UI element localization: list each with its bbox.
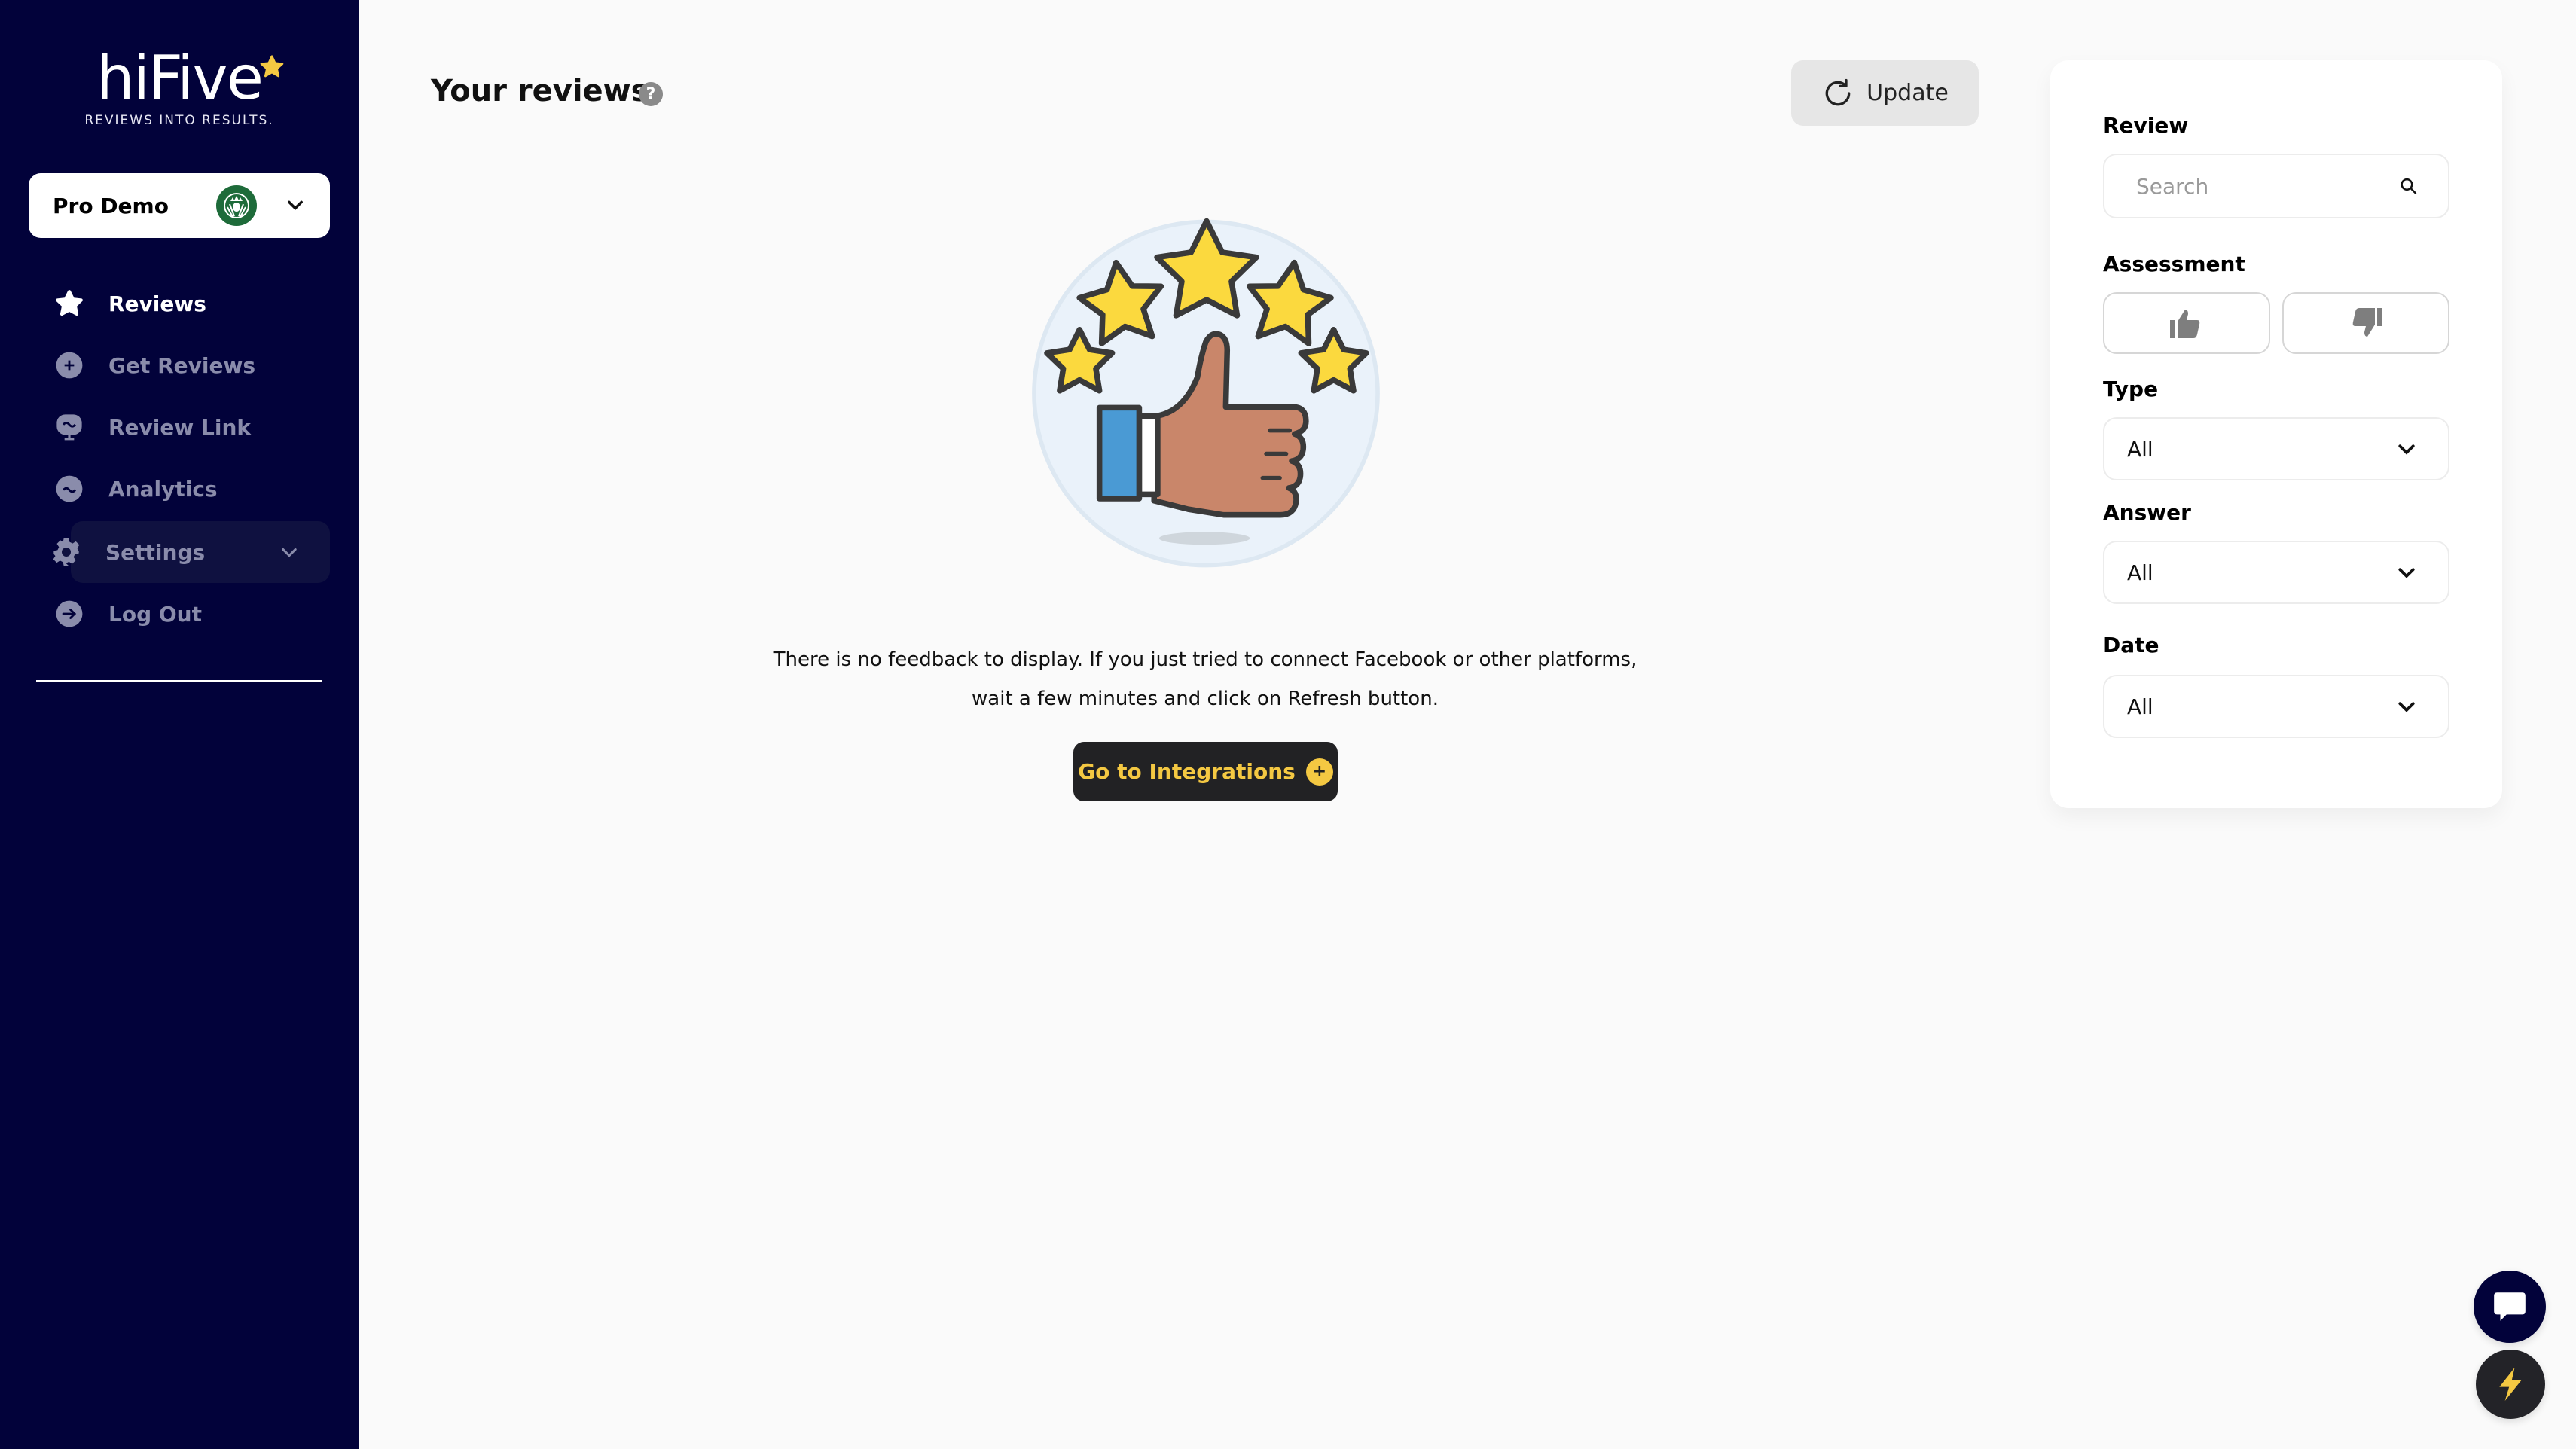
- sidebar: hiFive REVIEWS INTO RESULTS. Pro Demo Re…: [0, 0, 359, 1449]
- thumbs-down-icon: [2352, 308, 2382, 337]
- empty-state-line: wait a few minutes and click on Refresh …: [972, 688, 1439, 710]
- gear-icon: [51, 537, 81, 567]
- update-button[interactable]: Update: [1791, 60, 1979, 126]
- empty-state-line: There is no feedback to display. If you …: [773, 648, 1637, 671]
- plus-icon: +: [1305, 758, 1333, 786]
- type-filter-label: Type: [2103, 377, 2159, 401]
- lightning-icon: [2499, 1368, 2522, 1401]
- nav-label: Log Out: [108, 601, 202, 627]
- chevron-down-icon: [2398, 444, 2415, 455]
- nav-label: Settings: [105, 539, 206, 565]
- logo-tagline: REVIEWS INTO RESULTS.: [84, 113, 274, 128]
- nav-label: Review Link: [108, 414, 251, 440]
- help-icon[interactable]: ?: [639, 82, 663, 106]
- chevron-down-icon: [2398, 568, 2415, 578]
- answer-filter-label: Answer: [2103, 500, 2191, 525]
- button-label: Go to Integrations: [1078, 759, 1296, 784]
- logo-text: hiFive: [96, 43, 264, 113]
- chat-button[interactable]: [2474, 1271, 2546, 1343]
- assessment-filter-label: Assessment: [2103, 252, 2245, 276]
- sidebar-item-analytics[interactable]: Analytics: [53, 458, 330, 520]
- chevron-down-icon[interactable]: [279, 541, 300, 563]
- nav-label: Reviews: [108, 291, 206, 316]
- star-icon: [54, 288, 84, 319]
- review-search-field[interactable]: [2103, 154, 2449, 218]
- thumbs-up-stars-illustration: [1032, 218, 1380, 568]
- logout-icon: [54, 599, 84, 629]
- account-selector[interactable]: Pro Demo: [29, 173, 330, 238]
- sidebar-divider: [36, 680, 322, 682]
- thumbs-up-filter-button[interactable]: [2103, 292, 2270, 354]
- type-select-value: All: [2127, 436, 2153, 462]
- empty-state-message: There is no feedback to display. If you …: [753, 640, 1657, 718]
- logo[interactable]: hiFive REVIEWS INTO RESULTS.: [0, 47, 359, 128]
- refresh-icon: [1825, 78, 1851, 105]
- answer-select[interactable]: All: [2103, 541, 2449, 604]
- date-select[interactable]: All: [2103, 675, 2449, 738]
- logo-wordmark: hiFive: [96, 47, 284, 110]
- search-icon[interactable]: [2399, 172, 2418, 200]
- sidebar-item-settings[interactable]: Settings: [53, 521, 330, 583]
- go-to-integrations-button[interactable]: Go to Integrations +: [1073, 742, 1338, 801]
- sidebar-item-reviews[interactable]: Reviews: [53, 273, 330, 334]
- account-name: Pro Demo: [53, 193, 169, 218]
- answer-select-value: All: [2127, 560, 2153, 585]
- type-select[interactable]: All: [2103, 417, 2449, 480]
- review-filter-label: Review: [2103, 113, 2189, 138]
- sidebar-item-log-out[interactable]: Log Out: [53, 583, 330, 645]
- nav-label: Get Reviews: [108, 352, 256, 378]
- monitor-icon: [54, 412, 84, 442]
- date-filter-label: Date: [2103, 633, 2159, 657]
- search-input[interactable]: [2136, 173, 2399, 199]
- shadow: [1158, 532, 1250, 545]
- sleeve: [1096, 404, 1143, 502]
- page-title: Your reviews: [431, 74, 649, 108]
- filter-panel: Review Assessment Type All Answer All Da…: [2050, 60, 2502, 808]
- thumbs-up-icon: [2170, 310, 2200, 338]
- starbucks-logo-icon: [216, 185, 257, 226]
- star-icon: [260, 55, 284, 78]
- quick-actions-button[interactable]: [2476, 1350, 2545, 1419]
- chevron-down-icon: [288, 200, 303, 210]
- date-select-value: All: [2127, 694, 2153, 719]
- update-label: Update: [1866, 80, 1949, 106]
- nav-label: Analytics: [108, 476, 218, 502]
- chat-bubble-icon: [2494, 1292, 2526, 1321]
- thumbs-down-filter-button[interactable]: [2282, 292, 2449, 354]
- sidebar-item-get-reviews[interactable]: Get Reviews: [53, 334, 330, 396]
- sidebar-item-review-link[interactable]: Review Link: [53, 396, 330, 458]
- plus-circle-icon: [54, 350, 84, 380]
- chevron-down-icon: [2398, 702, 2415, 712]
- analytics-icon: [54, 474, 84, 504]
